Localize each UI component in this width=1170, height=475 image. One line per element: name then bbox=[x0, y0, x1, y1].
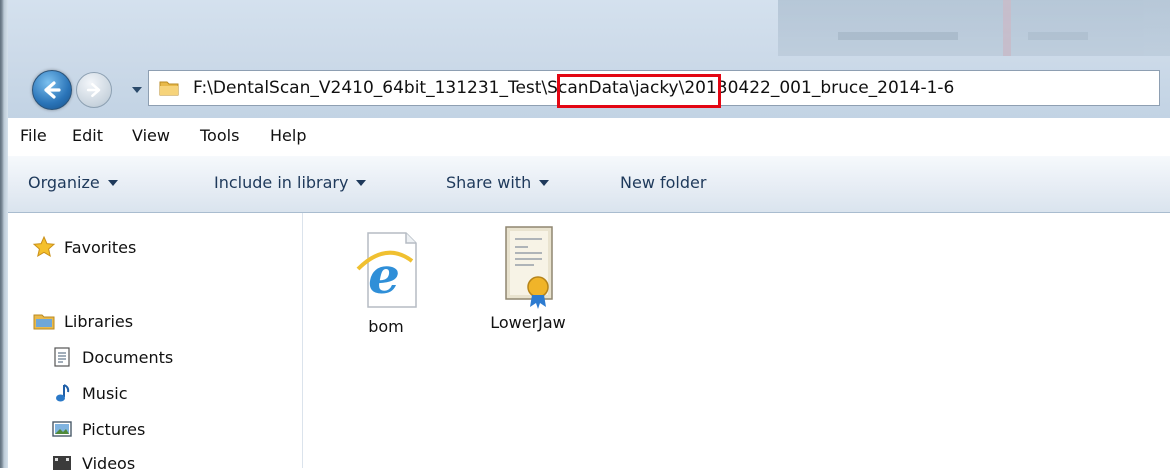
nav-music-label: Music bbox=[82, 383, 128, 403]
share-with-label: Share with bbox=[446, 173, 532, 192]
menu-bar: File Edit View Tools Help bbox=[8, 118, 1170, 157]
nav-libraries[interactable]: Libraries bbox=[32, 309, 133, 333]
menu-tools[interactable]: Tools bbox=[200, 126, 239, 145]
new-folder-button[interactable]: New folder bbox=[620, 173, 706, 192]
file-name: LowerJaw bbox=[490, 313, 566, 332]
recent-pages-dropdown[interactable] bbox=[130, 84, 144, 96]
background-window-decoration bbox=[778, 0, 1170, 56]
window-frame-left bbox=[0, 0, 8, 468]
menu-file[interactable]: File bbox=[20, 126, 47, 145]
nav-videos-label: Videos bbox=[82, 453, 136, 473]
command-bar: Organize Include in library Share with N… bbox=[8, 156, 1170, 213]
highlight-annotation-box bbox=[557, 74, 721, 108]
internet-explorer-file-icon: e bbox=[346, 227, 426, 311]
documents-icon bbox=[54, 347, 70, 367]
nav-documents-label: Documents bbox=[82, 347, 174, 367]
file-item-bom[interactable]: e bom bbox=[331, 227, 441, 336]
share-with-button[interactable]: Share with bbox=[446, 173, 550, 192]
videos-icon bbox=[53, 456, 71, 470]
chevron-down-icon bbox=[107, 179, 118, 186]
libraries-icon bbox=[33, 314, 55, 330]
nav-favorites-label: Favorites bbox=[64, 237, 137, 257]
menu-help[interactable]: Help bbox=[270, 126, 306, 145]
certificate-file-icon bbox=[488, 223, 568, 309]
file-name: bom bbox=[368, 317, 404, 336]
nav-pictures[interactable]: Pictures bbox=[50, 417, 145, 441]
nav-videos[interactable]: Videos bbox=[50, 451, 135, 475]
back-arrow-icon bbox=[44, 81, 61, 99]
file-list-area: e bom LowerJaw bbox=[303, 213, 1170, 468]
nav-pictures-label: Pictures bbox=[82, 419, 146, 439]
menu-edit[interactable]: Edit bbox=[72, 126, 103, 145]
include-in-library-label: Include in library bbox=[214, 173, 349, 192]
music-note-icon bbox=[56, 384, 70, 402]
pictures-icon bbox=[52, 421, 72, 437]
forward-arrow-icon bbox=[86, 82, 101, 98]
nav-documents[interactable]: Documents bbox=[50, 345, 173, 369]
nav-libraries-label: Libraries bbox=[64, 311, 134, 331]
folder-icon bbox=[159, 81, 179, 96]
nav-favorites[interactable]: Favorites bbox=[32, 235, 136, 259]
chevron-down-icon bbox=[132, 87, 142, 93]
navigation-pane: Favorites Libraries Documents Music Pict… bbox=[8, 213, 303, 473]
star-icon bbox=[32, 235, 56, 258]
chevron-down-icon bbox=[539, 179, 550, 186]
menu-view[interactable]: View bbox=[132, 126, 170, 145]
organize-button[interactable]: Organize bbox=[28, 173, 118, 192]
back-button[interactable] bbox=[32, 70, 72, 110]
organize-label: Organize bbox=[28, 173, 100, 192]
forward-button[interactable] bbox=[76, 72, 112, 108]
file-item-lowerjaw[interactable]: LowerJaw bbox=[473, 223, 583, 332]
new-folder-label: New folder bbox=[620, 173, 707, 192]
include-in-library-button[interactable]: Include in library bbox=[214, 173, 367, 192]
chevron-down-icon bbox=[356, 179, 367, 186]
nav-music[interactable]: Music bbox=[50, 381, 128, 405]
